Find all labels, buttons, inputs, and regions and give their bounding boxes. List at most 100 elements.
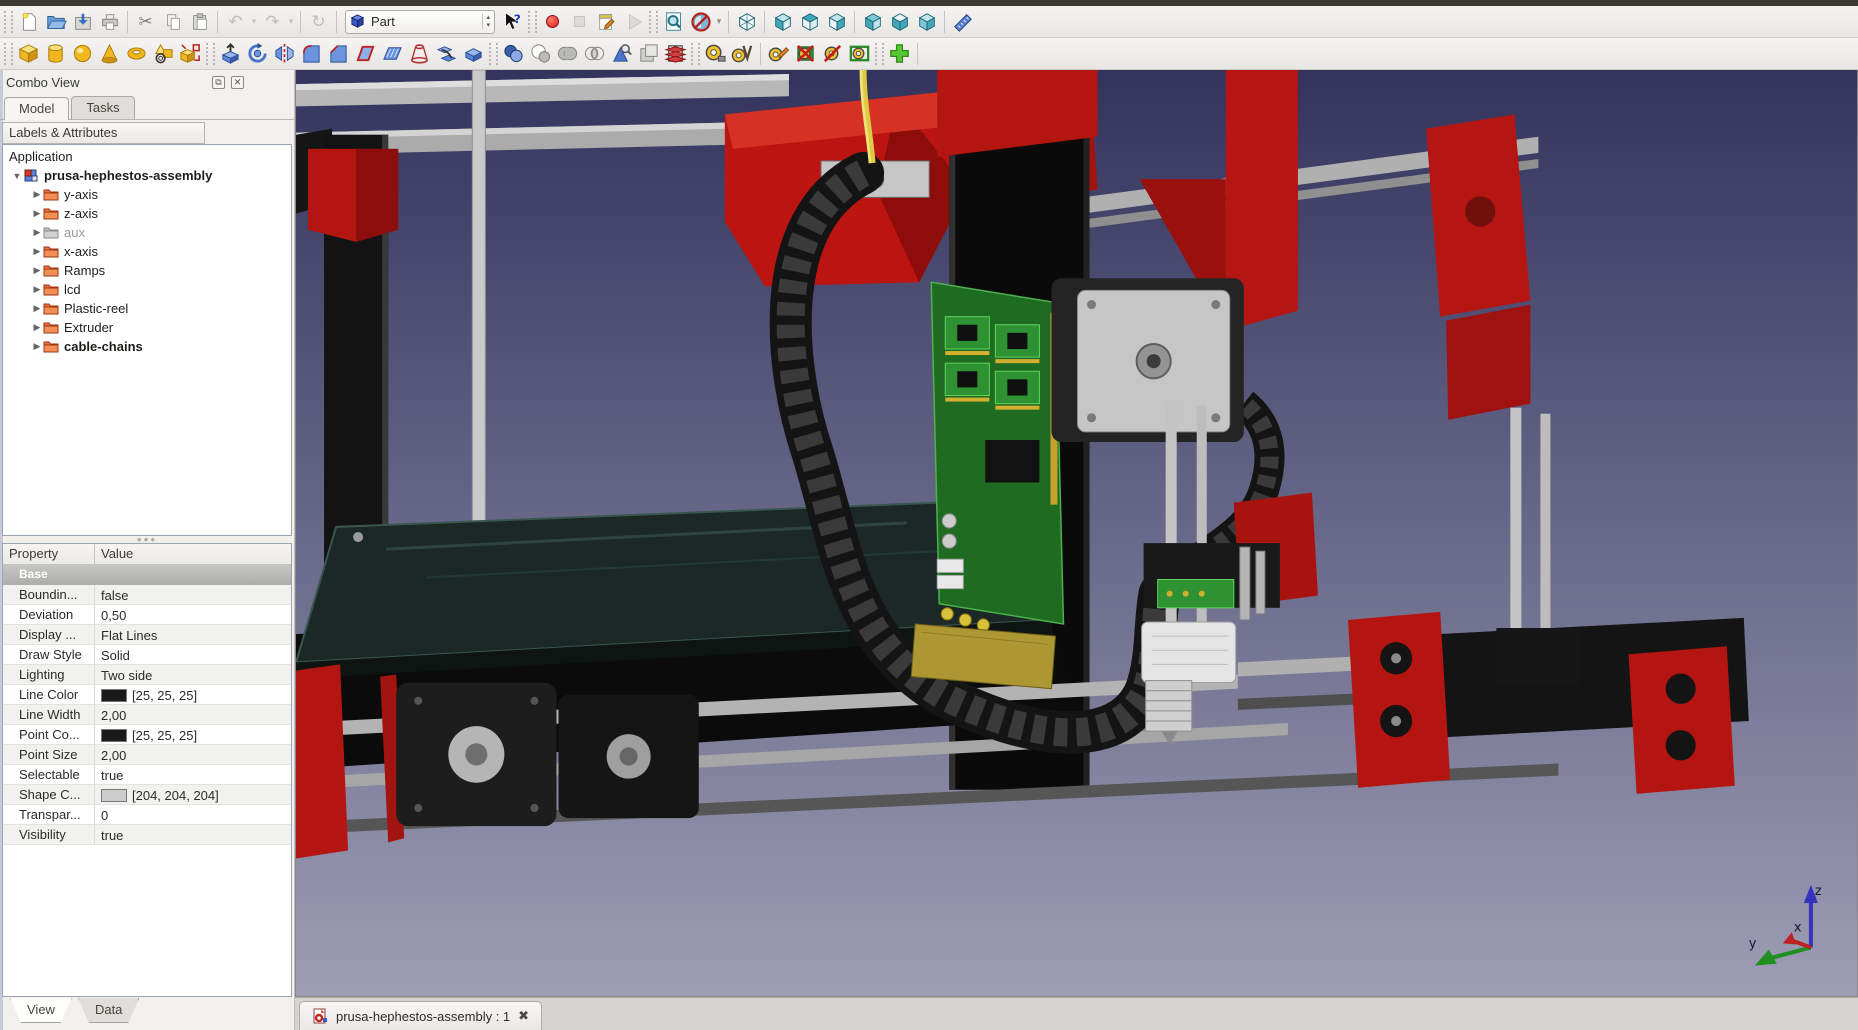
part-loft-button[interactable]: [406, 40, 433, 67]
tree-item[interactable]: ▶ x-axis: [3, 242, 291, 261]
document-tab[interactable]: prusa-hephestos-assembly : 1 ✖: [299, 1001, 542, 1030]
part-offset-button[interactable]: [460, 40, 487, 67]
fit-all-button[interactable]: [660, 8, 687, 35]
part-check-geometry-button[interactable]: [608, 40, 635, 67]
property-row[interactable]: Point Co...[25, 25, 25]: [3, 725, 291, 745]
property-row[interactable]: Visibilitytrue: [3, 825, 291, 845]
tab-model[interactable]: Model: [4, 97, 69, 120]
tree-item-document[interactable]: ▼ prusa-hephestos-assembly: [3, 166, 291, 185]
property-row[interactable]: Line Width2,00: [3, 705, 291, 725]
tree-item[interactable]: ▶ Ramps: [3, 261, 291, 280]
view-top-button[interactable]: [796, 8, 823, 35]
tab-tasks[interactable]: Tasks: [71, 96, 134, 119]
part-make-face-button[interactable]: [352, 40, 379, 67]
part-intersection-button[interactable]: [581, 40, 608, 67]
copy-button[interactable]: [159, 8, 186, 35]
view-bottom-button[interactable]: [886, 8, 913, 35]
paste-button[interactable]: [186, 8, 213, 35]
tree-item[interactable]: ▶ lcd: [3, 280, 291, 299]
property-column-header[interactable]: Property: [3, 544, 95, 564]
measure-distance-button[interactable]: [949, 8, 976, 35]
part-torus-button[interactable]: [123, 40, 150, 67]
macro-stop-button[interactable]: [566, 8, 593, 35]
property-row[interactable]: LightingTwo side: [3, 665, 291, 685]
draw-style-button[interactable]: [687, 8, 714, 35]
undo-menu-button[interactable]: ▾: [249, 16, 259, 27]
property-group-base[interactable]: Base: [3, 565, 291, 585]
measure-refresh-button[interactable]: [765, 40, 792, 67]
open-file-button[interactable]: [42, 8, 69, 35]
refresh-button[interactable]: ↻: [305, 8, 332, 35]
panel-splitter[interactable]: ●●●: [0, 536, 294, 543]
part-ruled-surface-button[interactable]: [379, 40, 406, 67]
property-row[interactable]: Point Size2,00: [3, 745, 291, 765]
part-cone-button[interactable]: [96, 40, 123, 67]
tree-item[interactable]: ▶ aux: [3, 223, 291, 242]
redo-button[interactable]: ↷: [259, 8, 286, 35]
cut-button[interactable]: ✂: [132, 8, 159, 35]
value-column-header[interactable]: Value: [95, 544, 139, 564]
dock-float-button[interactable]: ⧉: [212, 76, 225, 89]
part-sweep-button[interactable]: [433, 40, 460, 67]
workbench-spinner[interactable]: ▴▾: [482, 14, 490, 29]
expander-icon[interactable]: ▶: [31, 341, 43, 352]
property-row[interactable]: Line Color[25, 25, 25]: [3, 685, 291, 705]
view-front-button[interactable]: [769, 8, 796, 35]
property-row[interactable]: Draw StyleSolid: [3, 645, 291, 665]
property-row[interactable]: Deviation0,50: [3, 605, 291, 625]
property-row[interactable]: Boundin...false: [3, 585, 291, 605]
part-compound-button[interactable]: [635, 40, 662, 67]
expander-icon[interactable]: ▶: [31, 303, 43, 314]
property-row[interactable]: Selectabletrue: [3, 765, 291, 785]
expander-icon[interactable]: ▶: [31, 227, 43, 238]
tab-view[interactable]: View: [10, 998, 72, 1023]
tree-item[interactable]: ▶ cable-chains: [3, 337, 291, 356]
measure-linear-button[interactable]: [702, 40, 729, 67]
view-axonometric-button[interactable]: [733, 8, 760, 35]
new-file-button[interactable]: [15, 8, 42, 35]
expander-open-icon[interactable]: ▼: [11, 171, 23, 181]
whats-this-button[interactable]: ?: [499, 8, 526, 35]
view-left-button[interactable]: [913, 8, 940, 35]
part-cross-sections-button[interactable]: [662, 40, 689, 67]
expander-icon[interactable]: ▶: [31, 208, 43, 219]
expander-icon[interactable]: ▶: [31, 284, 43, 295]
expander-icon[interactable]: ▶: [31, 246, 43, 257]
part-cylinder-button[interactable]: [42, 40, 69, 67]
dock-close-button[interactable]: ✕: [231, 76, 244, 89]
macro-edit-button[interactable]: [593, 8, 620, 35]
part-mirror-button[interactable]: [271, 40, 298, 67]
measure-toggle-all-button[interactable]: [819, 40, 846, 67]
property-editor[interactable]: Property Value Base Boundin...false Devi…: [2, 543, 292, 997]
part-create-primitives-button[interactable]: [150, 40, 177, 67]
combo-view-titlebar[interactable]: Combo View ⧉ ✕: [0, 70, 294, 94]
part-union-button[interactable]: [554, 40, 581, 67]
measure-toggle-3d-button[interactable]: [846, 40, 873, 67]
property-row[interactable]: Transpar...0: [3, 805, 291, 825]
expander-icon[interactable]: ▶: [31, 322, 43, 333]
viewport-3d[interactable]: z x y: [295, 70, 1858, 997]
toolbar-grip[interactable]: [4, 11, 13, 33]
draw-style-menu-button[interactable]: ▾: [714, 16, 724, 27]
expander-icon[interactable]: ▶: [31, 265, 43, 276]
part-fillet-button[interactable]: [298, 40, 325, 67]
save-file-button[interactable]: [69, 8, 96, 35]
document-tab-close-icon[interactable]: ✖: [518, 1008, 529, 1024]
tree-item[interactable]: ▶ z-axis: [3, 204, 291, 223]
tree-item[interactable]: ▶ Plastic-reel: [3, 299, 291, 318]
tree-header-label[interactable]: Labels & Attributes: [2, 122, 205, 144]
measure-angular-button[interactable]: [729, 40, 756, 67]
workbench-selector[interactable]: Part ▴▾: [345, 10, 495, 34]
redo-menu-button[interactable]: ▾: [286, 16, 296, 27]
toolbar-grip[interactable]: [4, 43, 13, 65]
join-features-button[interactable]: [886, 40, 913, 67]
macro-execute-button[interactable]: [620, 8, 647, 35]
macro-record-button[interactable]: [539, 8, 566, 35]
tab-data[interactable]: Data: [78, 998, 139, 1023]
tree-item[interactable]: ▶ Extruder: [3, 318, 291, 337]
part-cut-button[interactable]: [527, 40, 554, 67]
view-right-button[interactable]: [823, 8, 850, 35]
tree-root-application[interactable]: Application: [3, 147, 291, 166]
print-button[interactable]: [96, 8, 123, 35]
part-extrude-button[interactable]: [217, 40, 244, 67]
